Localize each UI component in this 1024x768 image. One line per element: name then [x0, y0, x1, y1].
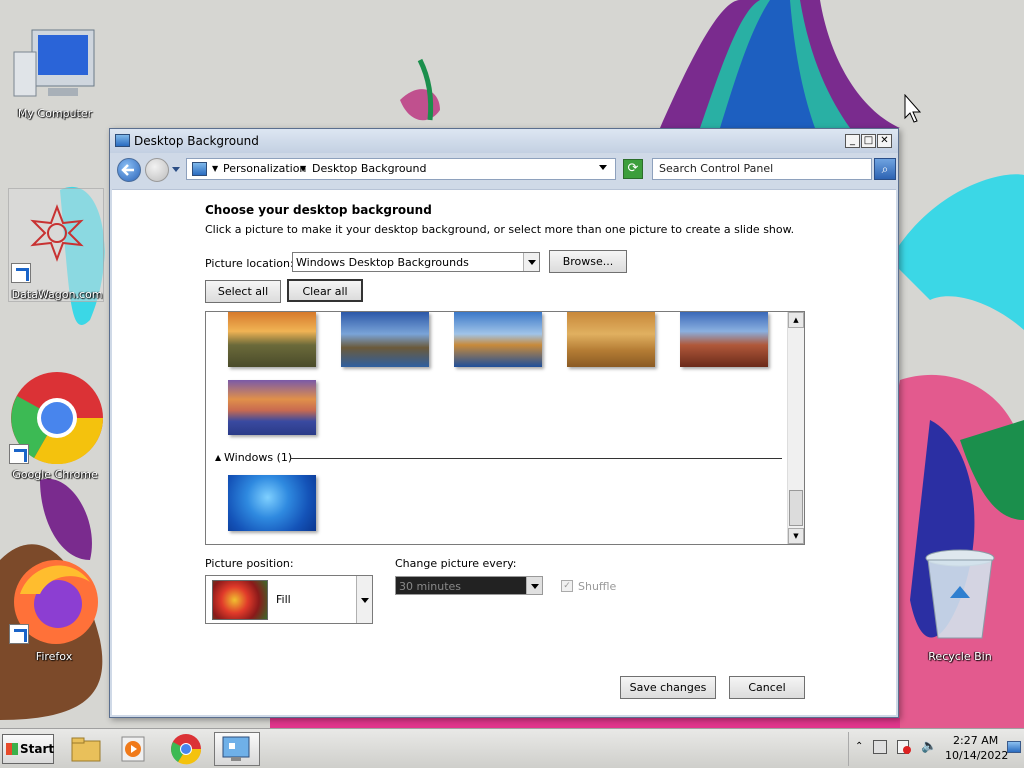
desktop-icon-label: DataWagon.com: [11, 288, 103, 301]
picture-location-label: Picture location:: [205, 257, 294, 270]
group-divider: [290, 458, 782, 459]
instructions-text: Click a picture to make it your desktop …: [205, 223, 795, 236]
picture-position-value: Fill: [276, 593, 291, 606]
desktop-icon-label: Recycle Bin: [928, 650, 992, 663]
breadcrumb-separator-icon: ▼: [300, 164, 307, 173]
shuffle-label: Shuffle: [578, 580, 617, 593]
breadcrumb-desktop-background[interactable]: Desktop Background: [312, 162, 427, 175]
thumbnail-delicate-arch[interactable]: [680, 312, 768, 367]
picture-position-select[interactable]: Fill: [205, 575, 373, 624]
save-changes-button[interactable]: Save changes: [620, 676, 716, 699]
taskbar: Start ⌃ 🔈 2:27 AM 10/14/2022: [0, 728, 1024, 768]
back-button[interactable]: [117, 158, 141, 182]
desktop-icon-label: Firefox: [35, 650, 73, 663]
control-panel-icon: [115, 134, 130, 147]
show-hidden-icons-icon[interactable]: ⌃: [855, 741, 863, 752]
scroll-thumb[interactable]: [789, 490, 803, 526]
chevron-down-icon: [523, 253, 539, 271]
desktop-icon-firefox[interactable]: Firefox: [6, 554, 102, 666]
thumbnail-lake-lupines[interactable]: [228, 380, 316, 435]
desktop-icon-my-computer[interactable]: My Computer: [7, 22, 103, 122]
background-gallery: ▲ Windows (1) ▲ ▼: [205, 311, 805, 545]
minimize-button[interactable]: _: [845, 134, 860, 148]
desktop-background-window: Desktop Background _ □ ✕ ▼ Personalizati…: [109, 128, 899, 718]
start-button[interactable]: Start: [2, 734, 54, 764]
breadcrumb-separator-icon: ▼: [212, 164, 219, 173]
title-bar[interactable]: Desktop Background _ □ ✕: [110, 129, 898, 153]
desktop-icon-recycle-bin[interactable]: Recycle Bin: [912, 548, 1008, 666]
close-button[interactable]: ✕: [877, 134, 892, 148]
window-title: Desktop Background: [134, 134, 259, 148]
back-arrow-icon: [121, 164, 134, 176]
gallery-scrollbar[interactable]: ▲ ▼: [787, 312, 804, 544]
change-picture-label: Change picture every:: [395, 557, 517, 570]
network-icon[interactable]: [873, 740, 887, 754]
breadcrumb-personalization[interactable]: Personalization: [223, 162, 306, 175]
search-input[interactable]: Search Control Panel: [652, 158, 872, 180]
datawagon-logo-icon: [30, 204, 84, 262]
folder-icon: [71, 737, 101, 762]
control-panel-small-icon: [192, 162, 207, 176]
thumbnail-haystack-rock[interactable]: [454, 312, 542, 367]
desktop-icon-datawagon[interactable]: DataWagon.com: [8, 188, 104, 302]
picture-position-label: Picture position:: [205, 557, 294, 570]
picture-location-value: Windows Desktop Backgrounds: [296, 256, 469, 269]
change-picture-value: 30 minutes: [399, 580, 462, 593]
search-icon[interactable]: ⌕: [874, 158, 896, 180]
address-bar-row: ▼ Personalization ▼ Desktop Background ⟳…: [114, 155, 896, 185]
browse-button[interactable]: Browse...: [549, 250, 627, 273]
select-all-button[interactable]: Select all: [205, 280, 281, 303]
control-panel-icon: [222, 736, 250, 761]
volume-icon[interactable]: 🔈: [921, 739, 937, 754]
chevron-down-icon: [356, 576, 372, 623]
clock-date[interactable]: 10/14/2022: [945, 749, 1008, 762]
system-tray: ⌃ 🔈 2:27 AM 10/14/2022: [848, 732, 1024, 766]
change-picture-select: 30 minutes: [395, 576, 543, 595]
shortcut-arrow-icon: [9, 624, 29, 644]
mouse-cursor-icon: [904, 94, 922, 123]
windows-logo-icon: [6, 743, 18, 755]
action-center-icon[interactable]: [897, 740, 911, 754]
clear-all-button[interactable]: Clear all: [287, 279, 363, 302]
content-pane: Choose your desktop background Click a p…: [112, 189, 896, 715]
thumbnail-sunset-meadow[interactable]: [228, 312, 316, 367]
thumbnail-hay-bale[interactable]: [567, 312, 655, 367]
taskbar-control-panel[interactable]: [214, 732, 260, 766]
media-player-icon: [121, 736, 145, 762]
scroll-up-icon[interactable]: ▲: [788, 312, 804, 328]
taskbar-explorer[interactable]: [68, 732, 104, 766]
address-field[interactable]: ▼ Personalization ▼ Desktop Background: [186, 158, 616, 180]
group-windows-label[interactable]: Windows (1): [224, 451, 292, 464]
recent-pages-dropdown[interactable]: [172, 167, 180, 172]
recycle-bin-icon: [925, 549, 995, 639]
maximize-button[interactable]: □: [861, 134, 876, 148]
show-desktop-icon[interactable]: [1007, 741, 1021, 753]
chrome-icon: [171, 734, 202, 765]
refresh-button[interactable]: ⟳: [623, 159, 643, 179]
page-heading: Choose your desktop background: [205, 203, 432, 217]
shortcut-arrow-icon: [9, 444, 29, 464]
address-dropdown-icon[interactable]: [599, 165, 607, 170]
computer-icon: [13, 29, 95, 97]
group-collapse-icon[interactable]: ▲: [215, 453, 221, 462]
cancel-button[interactable]: Cancel: [729, 676, 805, 699]
fill-preview-icon: [212, 580, 268, 620]
chevron-down-icon: [526, 577, 542, 594]
thumbnail-lighthouse[interactable]: [341, 312, 429, 367]
forward-button[interactable]: [145, 158, 169, 182]
desktop-icon-label: My Computer: [17, 107, 93, 120]
shuffle-checkbox: ✓: [561, 580, 573, 592]
scroll-down-icon[interactable]: ▼: [788, 528, 804, 544]
taskbar-media-player[interactable]: [116, 732, 152, 766]
desktop-icon-label: Google Chrome: [12, 468, 98, 481]
start-label: Start: [20, 742, 55, 756]
picture-location-select[interactable]: Windows Desktop Backgrounds: [292, 252, 540, 272]
thumbnail-windows-7[interactable]: [228, 475, 316, 531]
desktop-icon-google-chrome[interactable]: Google Chrome: [7, 368, 104, 483]
shortcut-arrow-icon: [11, 263, 31, 283]
taskbar-chrome[interactable]: [168, 732, 204, 766]
clock-time[interactable]: 2:27 AM: [953, 734, 998, 747]
